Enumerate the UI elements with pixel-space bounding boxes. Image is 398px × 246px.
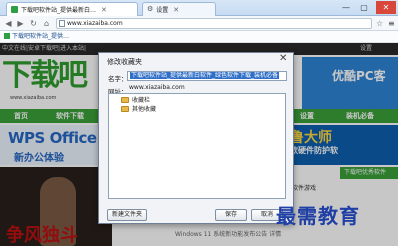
save-button[interactable]: 保存 xyxy=(215,209,247,221)
folder-icon xyxy=(121,106,129,112)
watermark: 最需教育 xyxy=(276,204,360,228)
address-text: www.xiazaiba.com xyxy=(67,20,123,27)
address-bar[interactable]: www.xiazaiba.com xyxy=(56,18,372,29)
home-button[interactable]: ⌂ xyxy=(41,18,52,29)
bookmark-item[interactable]: 下载吧软件站_提供… xyxy=(4,33,69,41)
tab-xiazaiba[interactable]: 下载吧软件站_提供最新白… ✕ xyxy=(6,2,138,16)
site-favicon-icon xyxy=(11,6,18,13)
tab-label: 下载吧软件站_提供最新白… xyxy=(21,7,97,14)
name-field[interactable]: 下载吧软件站_提供最新白软件_绿色软件下载_装机必备 xyxy=(127,71,287,81)
gear-icon: ⚙ xyxy=(147,5,154,13)
folder-icon xyxy=(121,97,129,103)
folder-bookmarks-bar[interactable]: 收藏栏 xyxy=(121,97,150,105)
tab-close-icon[interactable]: ✕ xyxy=(173,6,179,14)
folder-tree[interactable]: 收藏栏 其他收藏 xyxy=(108,93,286,199)
edit-bookmark-dialog: 修改收藏夹 ✕ 名字： 下载吧软件站_提供最新白软件_绿色软件下载_装机必备 网… xyxy=(98,52,294,224)
dialog-title: 修改收藏夹 xyxy=(107,58,142,66)
page-icon xyxy=(59,20,65,27)
bookmark-star-icon[interactable]: ☆ xyxy=(376,18,383,29)
close-icon[interactable]: ✕ xyxy=(279,54,287,64)
site-favicon-icon xyxy=(4,33,10,39)
minimize-button[interactable]: — xyxy=(338,1,354,14)
new-folder-button[interactable]: 新建文件夹 xyxy=(107,209,147,221)
menu-icon[interactable]: ≡ xyxy=(388,18,395,29)
close-window-button[interactable]: ✕ xyxy=(376,1,396,14)
tab-close-icon[interactable]: ✕ xyxy=(101,6,107,14)
refresh-button[interactable]: ↻ xyxy=(28,18,39,29)
tab-label: 设置 xyxy=(156,7,169,14)
back-button[interactable]: ◀ xyxy=(3,18,14,29)
folder-other[interactable]: 其他收藏 xyxy=(121,106,156,114)
browser-toolbar: ◀ ▶ ↻ ⌂ www.xiazaiba.com ☆ ≡ xyxy=(0,16,398,31)
tab-strip: 下载吧软件站_提供最新白… ✕ ⚙ 设置 ✕ — ▢ ✕ xyxy=(0,0,398,16)
tab-settings[interactable]: ⚙ 设置 ✕ xyxy=(142,2,216,16)
restore-button[interactable]: ▢ xyxy=(356,1,372,14)
bookmarks-bar: 下载吧软件站_提供… xyxy=(0,31,398,43)
forward-button[interactable]: ▶ xyxy=(15,18,26,29)
name-label: 名字： xyxy=(108,75,128,83)
